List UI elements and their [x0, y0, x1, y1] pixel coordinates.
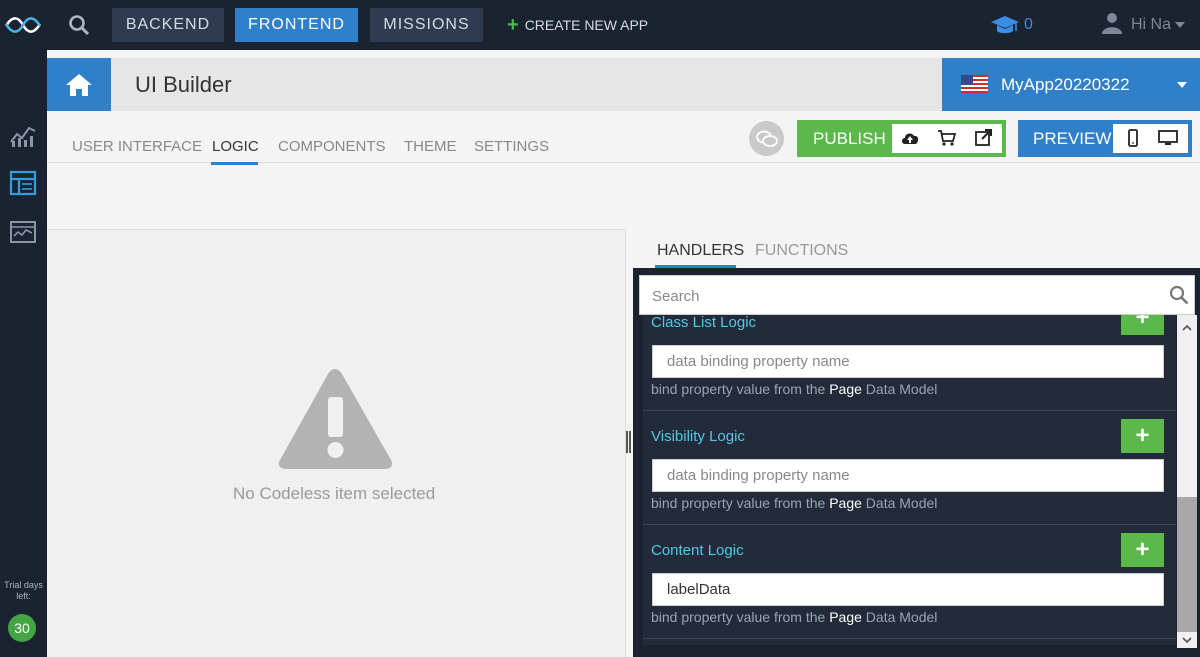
tab-settings[interactable]: SETTINGS	[474, 138, 549, 155]
warning-triangle-icon	[278, 369, 393, 469]
chat-bubbles-icon	[755, 130, 778, 147]
external-link-icon[interactable]	[974, 129, 994, 147]
tab-components[interactable]: COMPONENTS	[278, 138, 386, 155]
handler-search-input[interactable]	[652, 286, 1152, 306]
trial-days-badge[interactable]: 30	[8, 614, 36, 642]
tab-theme[interactable]: THEME	[404, 138, 457, 155]
missions-button[interactable]: MISSIONS	[370, 8, 483, 42]
graduation-cap-icon[interactable]	[990, 14, 1020, 38]
add-handler-button[interactable]: +	[1121, 315, 1164, 335]
handlers-list: Class List Logic + bind property value f…	[643, 315, 1176, 645]
list-item: Class List Logic + bind property value f…	[643, 315, 1176, 411]
search-icon[interactable]	[68, 14, 90, 36]
chat-button[interactable]	[749, 121, 784, 156]
cart-icon[interactable]	[937, 129, 957, 147]
cloud-upload-icon[interactable]	[900, 129, 920, 147]
scroll-up-arrow-icon[interactable]	[1182, 323, 1192, 333]
tab-logic[interactable]: LOGIC	[212, 138, 259, 155]
binding-property-input[interactable]	[652, 345, 1164, 378]
us-flag-icon	[961, 75, 988, 93]
binding-property-input[interactable]	[652, 573, 1164, 606]
list-item: Content Logic + bind property value from…	[643, 525, 1176, 639]
trial-days-label: Trial days left:	[4, 580, 43, 601]
user-greeting[interactable]: Hi Na	[1131, 16, 1171, 34]
frontend-button[interactable]: FRONTEND	[235, 8, 358, 42]
binding-hint: bind property value from the Page Data M…	[651, 609, 938, 625]
tab-handlers[interactable]: HANDLERS	[657, 242, 744, 260]
scrollbar-thumb[interactable]	[1177, 497, 1197, 632]
home-icon	[66, 73, 92, 96]
user-avatar-icon[interactable]	[1102, 12, 1122, 34]
list-item: Visibility Logic + bind property value f…	[643, 411, 1176, 525]
mobile-device-icon[interactable]	[1123, 129, 1143, 147]
handler-title: Content Logic	[651, 542, 744, 559]
publish-button[interactable]: PUBLISH	[813, 129, 886, 149]
handler-title: Visibility Logic	[651, 428, 745, 445]
app-selector-caret-icon[interactable]	[1177, 82, 1187, 88]
binding-property-input[interactable]	[652, 459, 1164, 492]
binding-hint: bind property value from the Page Data M…	[651, 381, 938, 397]
home-button[interactable]	[47, 58, 111, 111]
dashboard-monitor-icon[interactable]	[9, 219, 37, 245]
search-icon[interactable]	[1169, 285, 1189, 305]
binding-hint: bind property value from the Page Data M…	[651, 495, 938, 511]
splitter-grip-icon[interactable]	[626, 431, 631, 453]
plus-icon: +	[507, 13, 519, 36]
app-name[interactable]: MyApp20220322	[1001, 75, 1130, 95]
tab-functions[interactable]: FUNCTIONS	[755, 242, 848, 260]
analytics-chart-icon[interactable]	[9, 122, 37, 148]
user-menu-caret-icon[interactable]	[1175, 22, 1185, 28]
preview-button[interactable]: PREVIEW	[1033, 129, 1111, 149]
handler-title: Class List Logic	[651, 315, 757, 331]
add-handler-button[interactable]: +	[1121, 533, 1164, 567]
create-new-app-button[interactable]: + CREATE NEW APP	[507, 8, 648, 42]
active-tab-indicator	[211, 162, 258, 165]
page-title: UI Builder	[135, 72, 232, 97]
tab-user-interface[interactable]: USER INTERFACE	[72, 138, 202, 155]
scroll-down-arrow-icon[interactable]	[1182, 635, 1192, 645]
add-handler-button[interactable]: +	[1121, 419, 1164, 453]
mission-count[interactable]: 0	[1024, 16, 1033, 34]
ui-builder-layout-icon[interactable]	[9, 170, 37, 196]
desktop-monitor-icon[interactable]	[1158, 129, 1178, 147]
create-new-app-label: CREATE NEW APP	[524, 17, 649, 33]
backendless-logo-icon[interactable]	[4, 12, 42, 38]
backend-button[interactable]: BACKEND	[112, 8, 224, 42]
empty-state-message: No Codeless item selected	[233, 484, 436, 503]
